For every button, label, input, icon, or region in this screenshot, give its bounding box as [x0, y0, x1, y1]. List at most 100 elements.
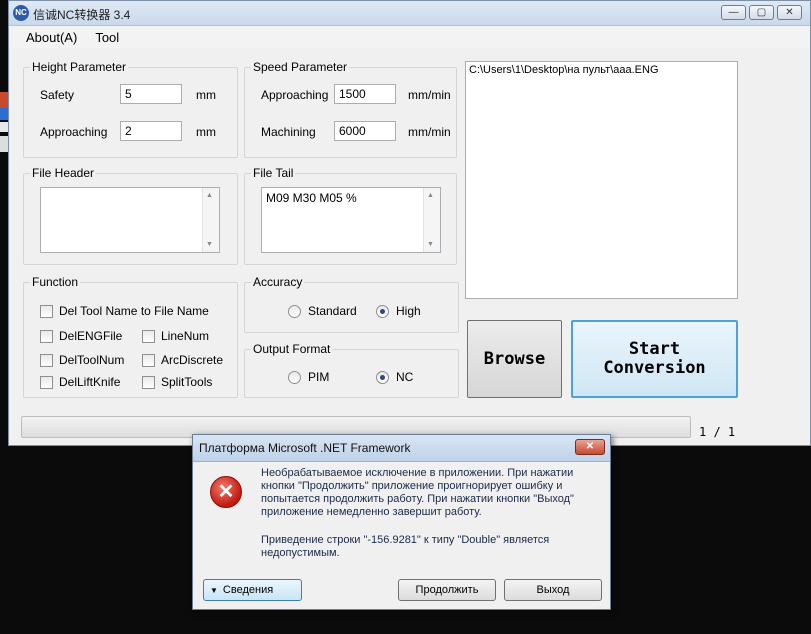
machining-unit: mm/min [408, 125, 451, 139]
desktop-fragment [0, 92, 8, 108]
desktop-fragment [0, 108, 8, 120]
scroll-down-icon[interactable]: ▼ [206, 241, 213, 248]
maximize-button[interactable]: ▢ [749, 5, 774, 20]
del-eng-file-checkbox[interactable]: DelENGFile [40, 329, 122, 343]
radio-label: Standard [308, 304, 357, 318]
high-radio[interactable]: High [376, 304, 421, 318]
speed-approaching-unit: mm/min [408, 88, 451, 102]
desktop-fragment [0, 122, 8, 132]
progress-counter: 1 / 1 [699, 425, 736, 439]
radio-selected-icon[interactable] [376, 304, 389, 318]
group-title: File Header [30, 166, 97, 180]
caption-buttons: — ▢ ✕ [721, 5, 802, 20]
group-title: Height Parameter [30, 60, 129, 74]
dialog-title: Платформа Microsoft .NET Framework [199, 441, 411, 455]
group-title: File Tail [251, 166, 296, 180]
scrollbar[interactable]: ▲ ▼ [423, 188, 440, 252]
scroll-up-icon[interactable]: ▲ [206, 192, 213, 199]
radio-label: High [396, 304, 421, 318]
approaching-label: Approaching [40, 125, 108, 139]
checkbox-label: LineNum [161, 329, 210, 343]
radio-label: PIM [308, 370, 330, 384]
file-list[interactable]: C:\Users\1\Desktop\на пульт\aaa.ENG [465, 61, 738, 299]
scroll-down-icon[interactable]: ▼ [427, 241, 434, 248]
main-window: NC 信诚NC转换器 3.4 — ▢ ✕ About(A) Tool Heigh… [8, 0, 811, 446]
line-num-checkbox[interactable]: LineNum [142, 329, 209, 343]
dialog-message: Необрабатываемое исключение в приложении… [261, 467, 574, 518]
checkbox-icon[interactable] [40, 304, 53, 318]
error-dialog: Платформа Microsoft .NET Framework ✕ ✕ Н… [192, 434, 611, 610]
speed-approaching-input[interactable]: 1500 [334, 84, 396, 104]
pim-radio[interactable]: PIM [288, 370, 329, 384]
height-parameter-group: Height Parameter Safety 5 mm Approaching… [23, 60, 238, 158]
checkbox-label: DelENGFile [59, 329, 123, 343]
standard-radio[interactable]: Standard [288, 304, 357, 318]
radio-icon[interactable] [288, 370, 301, 384]
start-conversion-button[interactable]: Start Conversion [571, 320, 738, 398]
start-label-line1: Start [628, 339, 681, 359]
details-button[interactable]: ▼ Сведения [203, 579, 302, 601]
group-title: Accuracy [251, 275, 305, 289]
safety-unit: mm [196, 88, 216, 102]
error-icon: ✕ [210, 476, 242, 508]
machining-label: Machining [261, 125, 316, 139]
output-format-group: Output Format PIM NC [244, 342, 459, 398]
file-tail-textarea[interactable]: M09 M30 M05 % ▲ ▼ [261, 187, 441, 253]
file-tail-text: M09 M30 M05 % [266, 191, 357, 205]
checkbox-icon[interactable] [40, 375, 53, 389]
chevron-down-icon: ▼ [210, 586, 218, 595]
title-bar[interactable]: NC 信诚NC转换器 3.4 — ▢ ✕ [9, 1, 810, 26]
app-icon: NC [13, 5, 29, 21]
del-lift-knife-checkbox[interactable]: DelLiftKnife [40, 375, 120, 389]
checkbox-icon[interactable] [40, 353, 53, 367]
browse-button[interactable]: Browse [467, 320, 562, 398]
checkbox-label: DelToolNum [59, 353, 125, 367]
function-group: Function Del Tool Name to File Name DelE… [23, 275, 238, 398]
minimize-button[interactable]: — [721, 5, 746, 20]
start-label-line2: Conversion [603, 358, 706, 378]
radio-icon[interactable] [288, 304, 301, 318]
checkbox-label: DelLiftKnife [59, 375, 121, 389]
checkbox-icon[interactable] [40, 329, 53, 343]
file-header-textarea[interactable]: ▲ ▼ [40, 187, 220, 253]
exit-button[interactable]: Выход [504, 579, 602, 601]
del-tool-num-checkbox[interactable]: DelToolNum [40, 353, 124, 367]
menu-about[interactable]: About(A) [17, 26, 86, 48]
checkbox-icon[interactable] [142, 353, 155, 367]
dialog-detail-message: Приведение строки "-156.9281" к типу "Do… [261, 534, 550, 559]
checkbox-icon[interactable] [142, 329, 155, 343]
desktop-fragment [0, 136, 8, 152]
dialog-title-bar[interactable]: Платформа Microsoft .NET Framework ✕ [193, 435, 610, 462]
group-title: Output Format [251, 342, 333, 356]
nc-radio[interactable]: NC [376, 370, 413, 384]
safety-input[interactable]: 5 [120, 84, 182, 104]
del-tool-name-checkbox[interactable]: Del Tool Name to File Name [40, 304, 209, 318]
window-title: 信诚NC转换器 3.4 [33, 8, 131, 22]
dialog-close-button[interactable]: ✕ [575, 439, 605, 455]
checkbox-label: ArcDiscrete [161, 353, 224, 367]
scroll-up-icon[interactable]: ▲ [427, 192, 434, 199]
menu-tool[interactable]: Tool [86, 26, 128, 48]
radio-label: NC [396, 370, 414, 384]
file-path-item[interactable]: C:\Users\1\Desktop\на пульт\aaa.ENG [469, 64, 734, 76]
accuracy-group: Accuracy Standard High [244, 275, 459, 333]
split-tools-checkbox[interactable]: SplitTools [142, 375, 212, 389]
scrollbar[interactable]: ▲ ▼ [202, 188, 219, 252]
group-title: Speed Parameter [251, 60, 350, 74]
arc-discrete-checkbox[interactable]: ArcDiscrete [142, 353, 223, 367]
continue-button[interactable]: Продолжить [398, 579, 496, 601]
approaching-height-input[interactable]: 2 [120, 121, 182, 141]
machining-input[interactable]: 6000 [334, 121, 396, 141]
file-tail-group: File Tail M09 M30 M05 % ▲ ▼ [244, 166, 457, 265]
checkbox-icon[interactable] [142, 375, 155, 389]
group-title: Function [30, 275, 81, 289]
speed-parameter-group: Speed Parameter Approaching 1500 mm/min … [244, 60, 457, 158]
approaching-unit: mm [196, 125, 216, 139]
checkbox-label: SplitTools [161, 375, 213, 389]
safety-label: Safety [40, 88, 75, 102]
details-label: Сведения [222, 584, 274, 596]
close-button[interactable]: ✕ [777, 5, 802, 20]
radio-selected-icon[interactable] [376, 370, 389, 384]
checkbox-label: Del Tool Name to File Name [59, 304, 209, 318]
speed-approaching-label: Approaching [261, 88, 329, 102]
